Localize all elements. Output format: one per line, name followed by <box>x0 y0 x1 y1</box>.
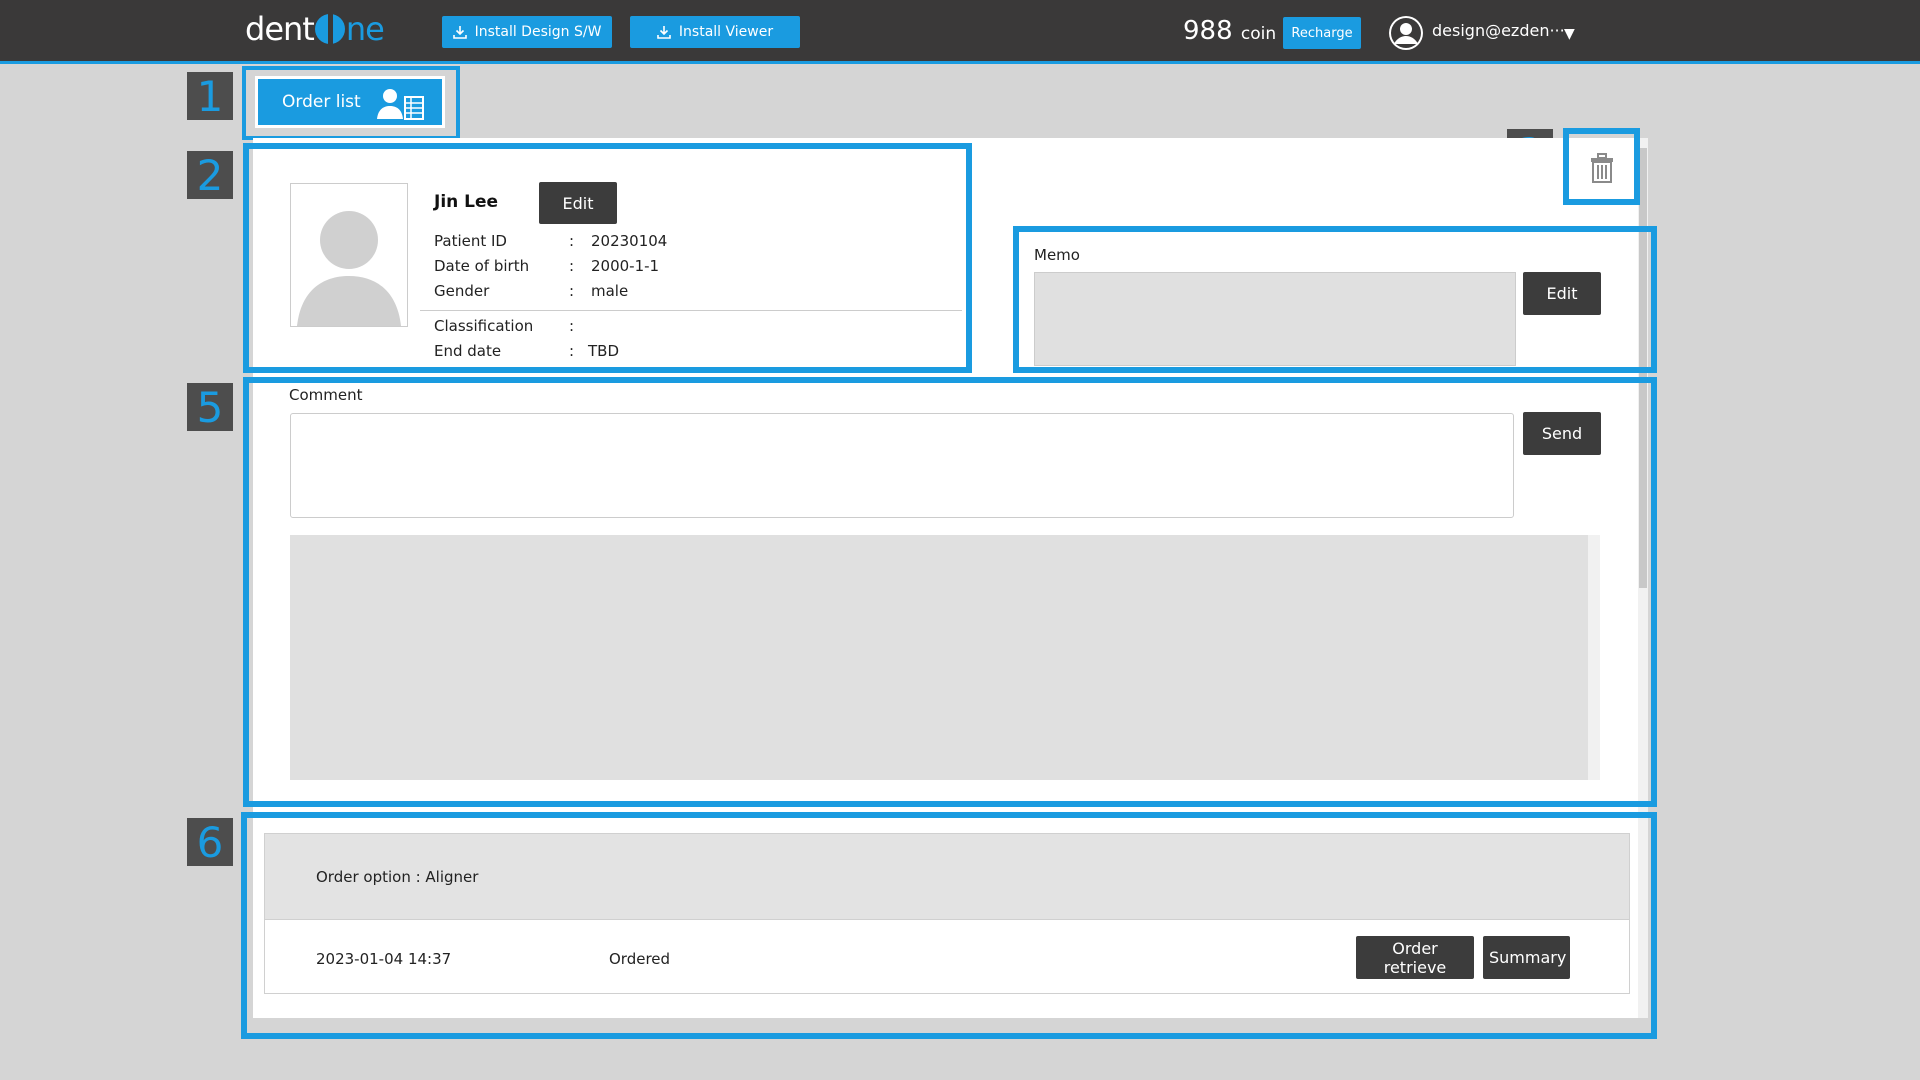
chevron-down-icon[interactable]: ▼ <box>1564 26 1575 42</box>
highlight-order-list <box>242 66 460 140</box>
dentone-logo[interactable]: dent ne <box>245 10 385 48</box>
highlight-patient-info <box>243 143 972 373</box>
user-email[interactable]: design@ezden··· <box>1432 21 1565 40</box>
highlight-memo <box>1013 226 1657 373</box>
top-bar: dent ne Install Design S/W Install Viewer… <box>0 0 1920 64</box>
logo-o-icon <box>314 14 345 44</box>
install-design-sw-button[interactable]: Install Design S/W <box>442 16 612 48</box>
download-icon <box>452 25 467 39</box>
highlight-order <box>241 812 1657 1039</box>
marker-5: 5 <box>187 383 233 432</box>
coin-balance: 988 coin <box>1183 16 1277 46</box>
user-avatar-icon[interactable] <box>1389 16 1423 50</box>
highlight-comment <box>243 377 1657 807</box>
download-icon <box>657 25 671 39</box>
highlight-delete <box>1563 128 1640 205</box>
install-viewer-button[interactable]: Install Viewer <box>630 16 800 48</box>
recharge-button[interactable]: Recharge <box>1283 17 1361 49</box>
marker-6: 6 <box>187 818 233 867</box>
marker-1: 1 <box>187 72 233 121</box>
marker-2: 2 <box>187 151 233 200</box>
